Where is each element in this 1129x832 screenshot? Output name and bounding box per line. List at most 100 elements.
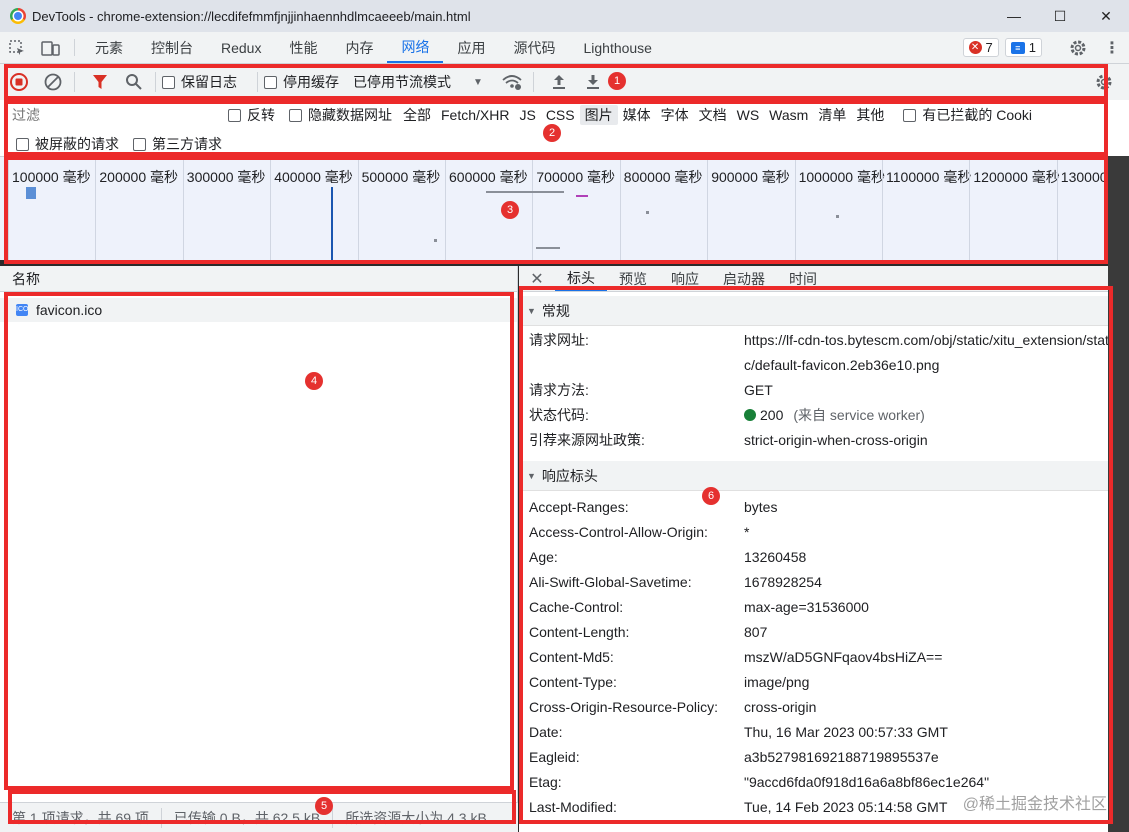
request-count: 第 1 项请求，共 69 项 [0,807,162,828]
name-column-header[interactable]: 名称 [0,266,517,292]
device-toolbar-icon[interactable] [34,32,68,63]
checkbox-box[interactable] [289,108,302,122]
overview-tick-label: 100000 毫秒 [8,157,91,260]
checkbox-box[interactable] [16,137,29,151]
search-icon[interactable] [119,67,149,97]
checkbox-box[interactable] [162,75,175,89]
third-party-checkbox[interactable]: 第三方请求 [133,134,222,154]
annotation-number-5: 5 [315,797,333,815]
import-har-upload-icon[interactable] [544,67,574,97]
network-settings-gear-icon[interactable] [1089,67,1119,97]
resource-type-filter-6[interactable]: 字体 [656,105,694,125]
header-value: 1678928254 [744,574,822,590]
header-value-cell: 807 [744,620,1129,645]
hide-data-urls-label: 隐藏数据网址 [308,107,392,123]
more-options-icon[interactable]: ⋮ [1095,38,1129,58]
detail-tab-2[interactable]: 响应 [659,266,711,291]
tab-2[interactable]: Redux [207,32,275,63]
toolbar-separator [532,72,534,92]
checkbox-box[interactable] [228,108,241,122]
resource-type-filter-8[interactable]: WS [732,107,765,123]
minimize-button[interactable]: — [991,0,1037,32]
overview-tick-label: 900000 毫秒 [707,157,790,260]
resource-type-filter-5[interactable]: 媒体 [618,105,656,125]
expand-triangle-icon: ▼ [527,305,536,316]
request-row[interactable]: ICO favicon.ico [0,298,517,322]
blocked-requests-checkbox[interactable]: 被屏蔽的请求 [16,134,119,154]
network-toolbar: 保留日志 停用缓存 已停用节流模式 ▼ [0,64,1129,100]
overview-request-marker [26,187,36,199]
resource-type-filter-10[interactable]: 清单 [813,105,851,125]
status-ok-dot-icon [744,409,756,421]
close-details-icon[interactable]: ✕ [519,266,555,291]
detail-tab-1[interactable]: 预览 [607,266,659,291]
tab-4[interactable]: 内存 [331,32,387,63]
invert-checkbox[interactable]: 反转 [228,105,275,125]
annotation-number-6: 6 [702,487,720,505]
checkbox-box[interactable] [133,137,146,151]
resource-type-filter-7[interactable]: 文档 [694,105,732,125]
header-row: 请求方法: GET [519,378,1129,403]
overview-request-dot [434,239,437,242]
annotation-number-3: 3 [501,201,519,219]
tab-1[interactable]: 控制台 [137,32,207,63]
tab-7[interactable]: 源代码 [499,32,569,63]
header-name: Content-Md5: [529,649,614,665]
tab-0[interactable]: 元素 [81,32,137,63]
resource-type-filter-1[interactable]: Fetch/XHR [436,107,514,123]
settings-gear-icon[interactable] [1061,39,1095,57]
detail-tab-0[interactable]: 标头 [555,266,607,291]
filter-row-blocked: 被屏蔽的请求 第三方请求 [16,134,236,154]
resource-type-filter-11[interactable]: 其他 [851,105,889,125]
tab-6[interactable]: 应用 [443,32,499,63]
resource-type-filter-2[interactable]: JS [514,107,540,123]
tab-5[interactable]: 网络 [387,32,444,63]
header-value: image/png [744,674,810,690]
tab-3[interactable]: 性能 [275,32,331,63]
overview-current-time-line [331,187,333,260]
error-count-badge[interactable]: ✕ 7 [962,38,999,57]
header-row: Eagleid: a3b527981692188719895537e [519,745,1129,770]
hide-data-urls-checkbox[interactable]: 隐藏数据网址 [289,105,392,125]
header-value-cell: bytes [744,495,1129,520]
header-value: 807 [744,624,768,640]
network-conditions-wifi-icon[interactable] [497,67,527,97]
clear-icon[interactable] [38,67,68,97]
request-list-pane: 名称 ICO favicon.ico 第 1 项请求，共 69 项 已传输 0 … [0,266,518,832]
export-har-download-icon[interactable] [578,67,608,97]
close-window-button[interactable]: ✕ [1083,0,1129,32]
request-name: favicon.ico [36,302,103,318]
inspect-element-icon[interactable] [0,32,34,63]
resource-type-filter-0[interactable]: 全部 [398,105,436,125]
general-section-header[interactable]: ▼ 常规 [519,296,1129,326]
chrome-logo-icon [10,8,26,24]
disable-cache-checkbox[interactable]: 停用缓存 [264,72,339,92]
checkbox-box[interactable] [903,108,917,122]
tab-8[interactable]: Lighthouse [569,32,666,63]
header-name: Ali-Swift-Global-Savetime: [529,574,692,590]
overview-tick-label: 1300000 毫秒 [1056,157,1108,260]
network-overview-timeline[interactable]: 100000 毫秒 200000 毫秒 300000 毫秒 400000 毫秒 5000… [0,156,1108,260]
overview-tick-label: 700000 毫秒 [532,157,615,260]
filter-input[interactable] [12,105,212,125]
header-row: Content-Md5: mszW/aD5GNFqaov4bsHiZA== [519,645,1129,670]
throttling-select[interactable]: 已停用节流模式 ▼ [353,72,483,92]
blocked-cookies-checkbox[interactable]: 有已拦截的 Cooki [903,105,1032,125]
filter-funnel-icon[interactable] [85,67,115,97]
preserve-log-checkbox[interactable]: 保留日志 [162,72,237,92]
overview-tick-label: 1100000 毫秒 [882,157,971,260]
maximize-button[interactable]: ☐ [1037,0,1083,32]
toolbar-separator [155,72,156,92]
resource-type-filter-3[interactable]: CSS [541,107,580,123]
detail-tab-4[interactable]: 时间 [777,266,829,291]
resource-type-filter-4[interactable]: 图片 [579,105,618,125]
header-row: Cache-Control: max-age=31536000 [519,595,1129,620]
record-stop-button[interactable] [4,67,34,97]
detail-tab-3[interactable]: 启动器 [711,266,777,291]
expand-triangle-icon: ▼ [527,470,536,481]
header-value-cell: GET [744,378,1129,403]
checkbox-box[interactable] [264,75,277,89]
message-count-badge[interactable]: ≡ 1 [1004,38,1042,57]
resource-type-filter-9[interactable]: Wasm [764,107,813,123]
response-headers-section-header[interactable]: ▼ 响应标头 [519,461,1129,491]
